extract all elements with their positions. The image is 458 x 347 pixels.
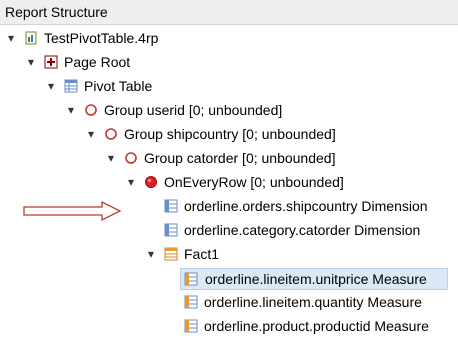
- tree-item-label: orderline.lineitem.unitprice Measure: [205, 271, 427, 287]
- collapse-toggle-icon[interactable]: ▾: [84, 127, 98, 141]
- tree-item-label: Page Root: [64, 54, 131, 70]
- tree-item-group-catorder[interactable]: ▾ Group catorder [0; unbounded]: [0, 148, 458, 170]
- group-circle-icon: [105, 128, 117, 140]
- page-root-icon: [44, 55, 58, 69]
- tree-item-label: orderline.product.productid Measure: [204, 318, 429, 334]
- on-every-row-icon: [145, 176, 157, 188]
- tree-item-label: Group userid [0; unbounded]: [104, 102, 283, 118]
- tree-item-measure-unitprice[interactable]: orderline.lineitem.unitprice Measure: [180, 268, 448, 290]
- tree-item-measure-quantity[interactable]: orderline.lineitem.quantity Measure: [0, 292, 458, 314]
- tree-item-measure-productid[interactable]: orderline.product.productid Measure: [0, 316, 458, 338]
- tree-item-label: Group shipcountry [0; unbounded]: [124, 126, 336, 142]
- tree-item-page-root[interactable]: ▾ Page Root: [0, 52, 458, 74]
- group-circle-icon: [85, 104, 97, 116]
- measure-icon: [184, 272, 198, 286]
- tree-item-group-shipcountry[interactable]: ▾ Group shipcountry [0; unbounded]: [0, 124, 458, 146]
- panel-title: Report Structure: [5, 4, 108, 20]
- dimension-icon: [164, 199, 178, 213]
- tree-item-report[interactable]: ▾ TestPivotTable.4rp: [0, 28, 458, 50]
- tree-item-pivot-table[interactable]: ▾ Pivot Table: [0, 76, 458, 98]
- report-structure-panel: Report Structure ▾ TestPivotTable.4rp ▾ …: [0, 0, 458, 347]
- tree-item-dimension-catorder[interactable]: orderline.category.catorder Dimension: [0, 220, 458, 242]
- collapse-toggle-icon[interactable]: ▾: [144, 247, 158, 261]
- tree-item-label: Pivot Table: [84, 78, 153, 94]
- report-file-icon: [25, 31, 37, 45]
- collapse-toggle-icon[interactable]: ▾: [44, 79, 58, 93]
- tree-item-on-every-row[interactable]: ▾ OnEveryRow [0; unbounded]: [0, 172, 458, 194]
- measure-icon: [184, 319, 198, 333]
- tree-item-label: Fact1: [184, 246, 220, 262]
- pivot-table-icon: [64, 79, 78, 93]
- dimension-icon: [164, 223, 178, 237]
- tree-item-label: orderline.lineitem.quantity Measure: [204, 294, 422, 310]
- group-circle-icon: [125, 152, 137, 164]
- tree-item-label: orderline.category.catorder Dimension: [184, 222, 421, 238]
- measure-icon: [184, 295, 198, 309]
- tree-item-label: Group catorder [0; unbounded]: [144, 150, 336, 166]
- collapse-toggle-icon[interactable]: ▾: [4, 31, 18, 45]
- tree-item-fact1[interactable]: ▾ Fact1: [0, 244, 458, 266]
- tree-item-group-userid[interactable]: ▾ Group userid [0; unbounded]: [0, 100, 458, 122]
- annotation-arrow-icon: [23, 200, 122, 222]
- collapse-toggle-icon[interactable]: ▾: [24, 55, 38, 69]
- tree-item-label: orderline.orders.shipcountry Dimension: [184, 198, 428, 214]
- tree-item-label: OnEveryRow [0; unbounded]: [164, 174, 344, 190]
- collapse-toggle-icon[interactable]: ▾: [104, 151, 118, 165]
- collapse-toggle-icon[interactable]: ▾: [124, 175, 138, 189]
- tree-item-label: TestPivotTable.4rp: [44, 30, 159, 46]
- collapse-toggle-icon[interactable]: ▾: [64, 103, 78, 117]
- fact-icon: [164, 247, 178, 261]
- panel-header: Report Structure: [0, 0, 458, 25]
